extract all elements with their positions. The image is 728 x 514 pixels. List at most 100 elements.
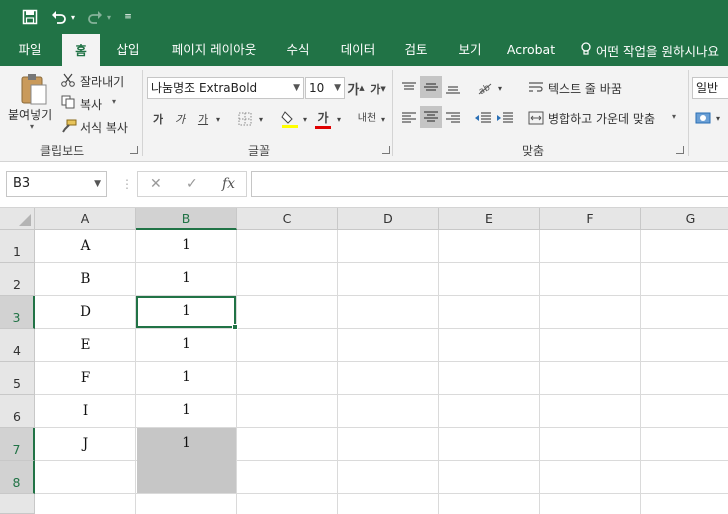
align-middle-icon[interactable]	[420, 76, 442, 98]
formula-input[interactable]	[251, 171, 728, 197]
shrink-font-button[interactable]: 가 ▼	[370, 81, 386, 97]
row-header-4[interactable]: 4	[0, 329, 35, 362]
bold-button[interactable]: 가	[150, 110, 166, 128]
grow-font-button[interactable]: 가 ▲	[347, 79, 364, 98]
cell-b7[interactable]: 1	[137, 435, 236, 451]
save-icon[interactable]	[20, 7, 40, 27]
italic-button[interactable]: 가	[172, 110, 188, 128]
format-painter-icon[interactable]	[60, 118, 78, 134]
cell-a1[interactable]: A	[36, 238, 135, 254]
accounting-format-icon[interactable]	[694, 108, 714, 128]
align-bottom-icon[interactable]	[444, 78, 462, 98]
select-all-button[interactable]	[0, 208, 35, 230]
tab-review[interactable]: 검토	[394, 34, 438, 66]
borders-dropdown-icon[interactable]: ▾	[256, 112, 266, 126]
merge-center-icon[interactable]	[526, 108, 546, 128]
increase-indent-icon[interactable]	[496, 108, 514, 128]
align-left-icon[interactable]	[400, 108, 418, 128]
fill-handle[interactable]	[232, 324, 238, 330]
alignment-launcher-icon[interactable]	[676, 146, 684, 154]
font-launcher-icon[interactable]	[382, 146, 390, 154]
column-header-a[interactable]: A	[35, 208, 136, 230]
row-header-3[interactable]: 3	[0, 296, 35, 329]
paste-button-label[interactable]: 붙여넣기	[8, 106, 52, 123]
decrease-indent-icon[interactable]	[474, 108, 492, 128]
formula-bar-grip-icon[interactable]: ⋮	[121, 176, 133, 192]
redo-dropdown-icon[interactable]: ▾	[104, 7, 114, 27]
column-header-d[interactable]: D	[338, 208, 439, 230]
customize-qat-icon[interactable]: ≡	[122, 7, 134, 27]
orientation-icon[interactable]: ab	[474, 78, 496, 98]
merge-center-dropdown-icon[interactable]: ▾	[672, 112, 676, 121]
cell-a4[interactable]: E	[36, 337, 135, 353]
cut-icon[interactable]	[60, 72, 76, 88]
row-header-5[interactable]: 5	[0, 362, 35, 395]
tab-formulas[interactable]: 수식	[276, 34, 320, 66]
cancel-icon[interactable]: ✕	[150, 176, 162, 192]
font-color-dropdown-icon[interactable]: ▾	[334, 112, 344, 126]
cell-a7[interactable]: J	[36, 436, 135, 452]
cell-a5[interactable]: F	[36, 370, 135, 386]
tab-acrobat[interactable]: Acrobat	[500, 34, 562, 66]
accounting-dropdown-icon[interactable]: ▾	[714, 112, 722, 124]
copy-dropdown-icon[interactable]: ▾	[112, 97, 116, 106]
align-center-icon[interactable]	[420, 106, 442, 128]
row-header-1[interactable]: 1	[0, 230, 35, 263]
row-header-8[interactable]: 8	[0, 461, 35, 494]
row-header-9[interactable]	[0, 494, 35, 514]
tab-file[interactable]: 파일	[6, 34, 54, 66]
copy-icon[interactable]	[60, 94, 76, 110]
tab-data[interactable]: 데이터	[332, 34, 384, 66]
column-header-b[interactable]: B	[136, 208, 237, 230]
cell-b2[interactable]: 1	[137, 270, 236, 286]
cut-button[interactable]: 잘라내기	[80, 73, 124, 90]
font-color-icon[interactable]: 가	[314, 108, 332, 130]
enter-icon[interactable]: ✓	[186, 176, 198, 192]
font-size-select[interactable]: 10 ▼	[305, 77, 345, 99]
paste-dropdown-icon[interactable]: ▾	[30, 122, 34, 131]
fill-color-icon[interactable]	[280, 108, 300, 130]
column-header-g[interactable]: G	[641, 208, 728, 230]
undo-dropdown-icon[interactable]: ▾	[68, 7, 78, 27]
paste-icon[interactable]	[18, 72, 50, 108]
undo-icon[interactable]	[50, 7, 68, 27]
column-header-e[interactable]: E	[439, 208, 540, 230]
fill-color-dropdown-icon[interactable]: ▾	[300, 112, 310, 126]
insert-function-icon[interactable]: fx	[222, 176, 235, 192]
tab-view[interactable]: 보기	[448, 34, 492, 66]
tab-insert[interactable]: 삽입	[106, 34, 150, 66]
cell-a6[interactable]: I	[36, 403, 135, 419]
underline-dropdown-icon[interactable]: ▾	[213, 112, 223, 126]
phonetic-dropdown-icon[interactable]: ▾	[378, 112, 388, 126]
name-box[interactable]: B3 ▼	[6, 171, 107, 197]
underline-button[interactable]: 가	[194, 110, 212, 128]
cell-a2[interactable]: B	[36, 271, 135, 287]
wrap-text-button[interactable]: 텍스트 줄 바꿈	[548, 80, 622, 97]
cell-a3[interactable]: D	[36, 304, 135, 320]
cell-b1[interactable]: 1	[137, 237, 236, 253]
cell-b3[interactable]: 1	[137, 303, 236, 319]
tab-page-layout[interactable]: 페이지 레이아웃	[160, 34, 268, 66]
format-painter-button[interactable]: 서식 복사	[80, 119, 128, 136]
align-top-icon[interactable]	[400, 78, 418, 98]
row-header-6[interactable]: 6	[0, 395, 35, 428]
tell-me[interactable]: 어떤 작업을 원하시나요	[580, 34, 719, 66]
number-format-select[interactable]: 일반	[692, 77, 728, 99]
font-name-select[interactable]: 나눔명조 ExtraBold ▼	[147, 77, 304, 99]
tab-home[interactable]: 홈	[62, 34, 100, 66]
clipboard-launcher-icon[interactable]	[130, 146, 138, 154]
orientation-dropdown-icon[interactable]: ▾	[496, 82, 504, 94]
column-header-c[interactable]: C	[237, 208, 338, 230]
copy-button[interactable]: 복사	[80, 96, 102, 113]
cell-b4[interactable]: 1	[137, 336, 236, 352]
cell-b5[interactable]: 1	[137, 369, 236, 385]
row-header-7[interactable]: 7	[0, 428, 35, 461]
phonetic-button[interactable]: 내천	[356, 108, 378, 130]
redo-icon[interactable]	[86, 7, 104, 27]
column-header-f[interactable]: F	[540, 208, 641, 230]
row-header-2[interactable]: 2	[0, 263, 35, 296]
align-right-icon[interactable]	[444, 108, 462, 128]
wrap-text-icon[interactable]	[526, 78, 546, 98]
borders-icon[interactable]	[236, 110, 254, 128]
cell-b6[interactable]: 1	[137, 402, 236, 418]
